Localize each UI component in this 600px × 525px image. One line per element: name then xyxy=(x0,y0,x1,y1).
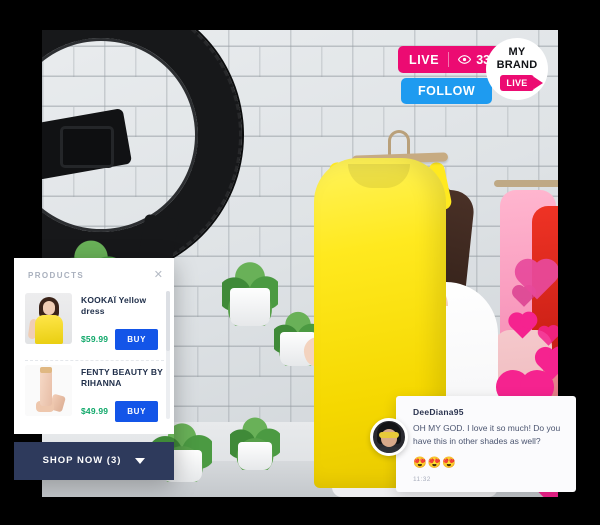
shop-now-label: SHOP NOW (3) xyxy=(42,455,122,467)
product-thumbnail xyxy=(25,293,72,344)
list-item[interactable]: KOOKAÏ Yellow dress $59.99 BUY xyxy=(25,289,164,361)
divider xyxy=(448,52,450,67)
video-camera-icon: LIVE xyxy=(500,74,543,91)
products-panel-header: PRODUCTS ✕ xyxy=(14,258,174,289)
eye-icon xyxy=(458,55,472,64)
chat-username: DeeDiana95 xyxy=(413,407,464,417)
product-thumbnail xyxy=(25,364,72,416)
product-price: $59.99 xyxy=(81,334,109,345)
brand-live-badge-label: LIVE xyxy=(506,77,528,88)
close-icon[interactable]: ✕ xyxy=(154,270,163,281)
scrollbar[interactable] xyxy=(166,291,170,419)
products-panel-title: PRODUCTS xyxy=(28,271,85,280)
chevron-down-icon xyxy=(135,457,146,464)
product-list: KOOKAÏ Yellow dress $59.99 BUY FENTY BEA… xyxy=(14,289,174,434)
product-name: KOOKAÏ Yellow dress xyxy=(81,295,147,317)
live-shopping-screen: LIVE 33 FOLLOW MY BRAND LIVE PRODUCTS ✕ xyxy=(0,0,600,525)
product-price: $49.99 xyxy=(81,406,109,417)
avatar xyxy=(370,418,408,456)
brand-logo[interactable]: MY BRAND LIVE xyxy=(486,38,548,100)
follow-button[interactable]: FOLLOW xyxy=(401,78,493,104)
buy-button[interactable]: BUY xyxy=(115,400,159,422)
buy-button[interactable]: BUY xyxy=(115,328,159,350)
chat-emojis: 😍😍😍 xyxy=(413,457,458,470)
products-panel[interactable]: PRODUCTS ✕ KOOKAÏ Yellow dress $59.99 BU… xyxy=(14,258,174,480)
phone-mount xyxy=(60,126,114,168)
chat-message: DeeDiana95 OH MY GOD. I love it so much!… xyxy=(370,396,576,493)
hanger-hook xyxy=(388,130,410,156)
live-label: LIVE xyxy=(409,52,440,67)
brand-name-line2: BRAND xyxy=(496,59,538,71)
product-name: FENTY BEAUTY BY RIHANNA xyxy=(81,366,163,389)
list-item[interactable]: FENTY BEAUTY BY RIHANNA $49.99 BUY xyxy=(25,361,164,426)
scrollbar-thumb[interactable] xyxy=(166,291,170,351)
products-panel-body: PRODUCTS ✕ KOOKAÏ Yellow dress $59.99 BU… xyxy=(14,258,174,434)
brand-name-line1: MY xyxy=(508,46,526,59)
shop-now-button[interactable]: SHOP NOW (3) xyxy=(14,441,174,480)
chat-timestamp: 11:32 xyxy=(413,476,431,484)
chat-message-text: OH MY GOD. I love it so much! Do you hav… xyxy=(413,423,561,447)
